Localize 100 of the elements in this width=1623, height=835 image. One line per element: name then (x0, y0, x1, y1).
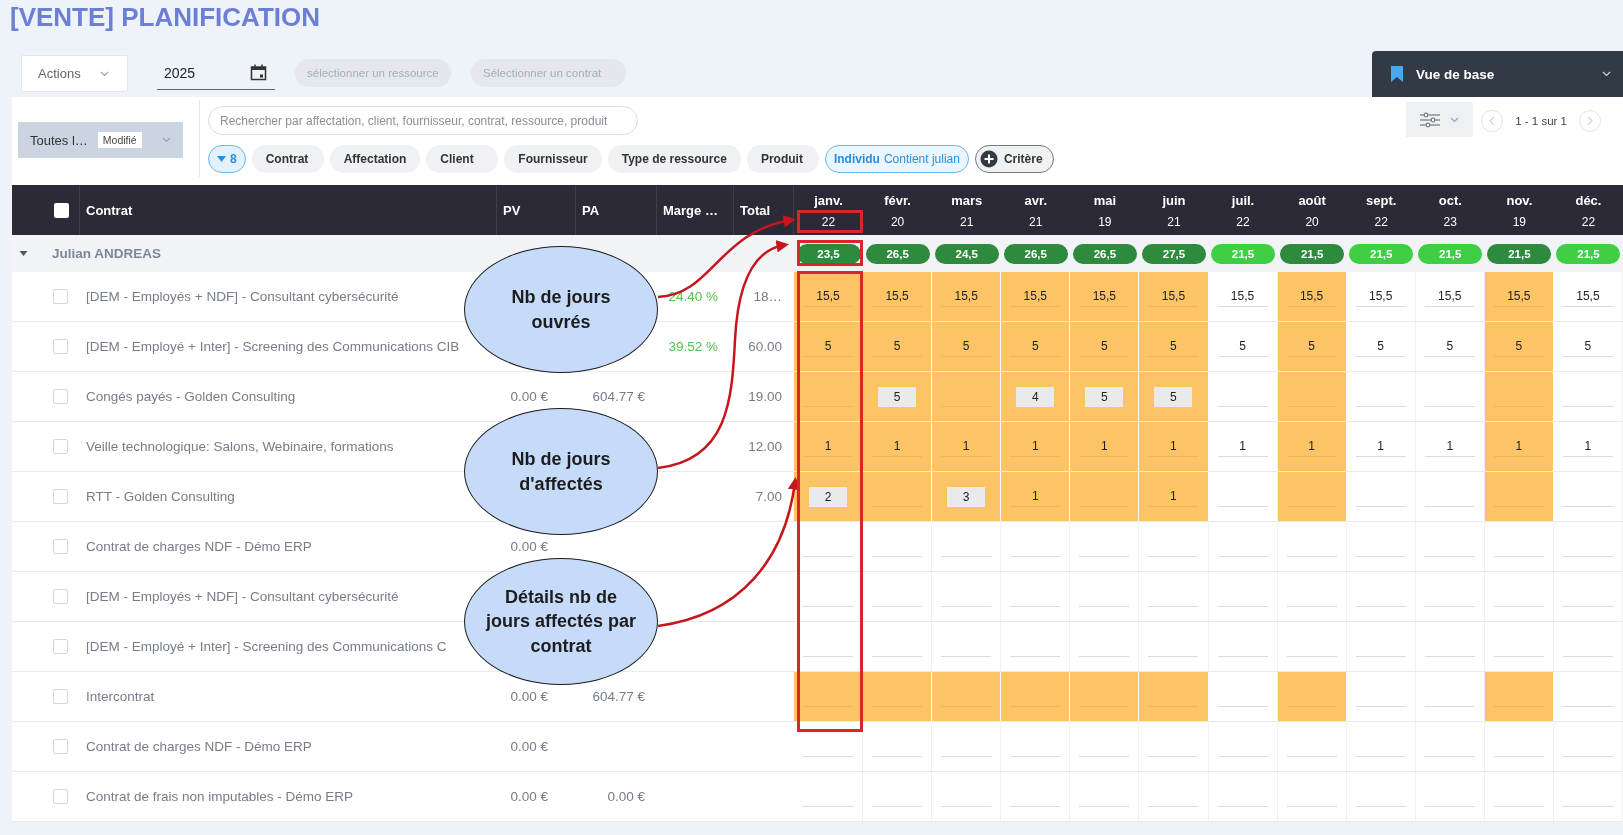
contract-name: Veille technologique: Salons, Webinaire, formations (86, 439, 394, 454)
row-checkbox[interactable] (53, 689, 68, 704)
contract-name: [DEM - Employés + NDF] - Consultant cybersécurité (86, 289, 399, 304)
contract-name: RTT - Golden Consulting (86, 489, 235, 504)
sale-price: 0.00 € (510, 789, 548, 804)
days-field[interactable]: 5 (1355, 336, 1406, 357)
month-name: févr. (884, 193, 911, 208)
days-field[interactable]: 15,5 (1148, 286, 1199, 307)
view-selector[interactable]: Vue de base (1372, 51, 1623, 97)
days-field[interactable]: 5 (1286, 336, 1337, 357)
days-field[interactable]: 1 (1424, 436, 1475, 457)
days-field[interactable]: 5 (1010, 336, 1061, 357)
chevron-down-icon (1602, 71, 1611, 77)
days-field[interactable]: 5 (1562, 336, 1613, 357)
month-name: mai (1093, 193, 1117, 208)
working-days: 22 (1581, 215, 1596, 229)
column-header[interactable]: Marge … (663, 202, 718, 218)
days-field[interactable]: 5 (1493, 336, 1544, 357)
column-settings-button[interactable] (1406, 102, 1474, 137)
days-field[interactable]: 1 (941, 436, 992, 457)
total-days-pill: 21,5 (1418, 243, 1483, 264)
days-field[interactable]: 15,5 (1562, 286, 1613, 307)
days-field[interactable]: 1 (1010, 486, 1061, 507)
days-field[interactable]: 5 (872, 336, 923, 357)
total-days-pill: 27,5 (1141, 243, 1206, 264)
days-field[interactable]: 15,5 (872, 286, 923, 307)
caret-icon[interactable] (19, 249, 28, 258)
column-header[interactable]: PA (582, 202, 600, 218)
filter-chip[interactable]: Client (426, 145, 499, 173)
sale-price: 0.00 € (510, 539, 548, 554)
chevron-down-icon (1450, 116, 1460, 123)
filter-chip[interactable]: Produit (746, 145, 819, 173)
total-days-pill: 21,5 (1349, 243, 1414, 264)
days-field[interactable]: 1 (1355, 436, 1406, 457)
contract-name: Contrat de frais non imputables - Démo ERP (86, 789, 354, 804)
row-checkbox[interactable] (53, 539, 68, 554)
year-field[interactable]: 2025 (157, 56, 275, 90)
row-checkbox[interactable] (53, 289, 68, 304)
days-field[interactable]: 1 (1286, 436, 1337, 457)
total-days-pill: 21,5 (1487, 243, 1552, 264)
margin-percent: 39.52 % (668, 339, 718, 354)
total-days-pill: 26,5 (1003, 243, 1068, 264)
actions-dropdown[interactable]: Actions (21, 55, 128, 92)
filter-chip[interactable]: Type de ressource (607, 145, 741, 173)
days-field[interactable]: 15,5 (1493, 286, 1544, 307)
preset-selector[interactable]: Toutes l… Modifié (18, 122, 183, 158)
month-name: oct. (1438, 193, 1462, 208)
days-field[interactable]: 1 (1217, 436, 1268, 457)
month-name: août (1298, 193, 1326, 208)
column-header[interactable]: Total (740, 202, 771, 218)
month-name: avr. (1024, 193, 1047, 208)
column-header[interactable]: PV (503, 202, 521, 218)
row-checkbox[interactable] (53, 589, 68, 604)
days-field[interactable]: 15,5 (1286, 286, 1337, 307)
row-checkbox[interactable] (53, 339, 68, 354)
bookmark-icon (1390, 65, 1404, 83)
total-days-pill: 26,5 (865, 243, 930, 264)
row-checkbox[interactable] (53, 439, 68, 454)
working-days: 21 (960, 215, 974, 229)
add-criterion-chip[interactable]: Critère (974, 145, 1054, 173)
days-field[interactable]: 15,5 (1424, 286, 1475, 307)
select-all-checkbox[interactable] (54, 202, 69, 218)
days-field[interactable]: 15,5 (941, 286, 992, 307)
days-field[interactable]: 5 (1424, 336, 1475, 357)
days-field[interactable]: 5 (1217, 336, 1268, 357)
days-field[interactable]: 15,5 (1079, 286, 1130, 307)
filter-chip[interactable]: Contrat (251, 145, 324, 173)
contract-name: Contrat de charges NDF - Démo ERP (86, 739, 312, 754)
days-field[interactable]: 1 (1010, 436, 1061, 457)
days-field[interactable]: 15,5 (1355, 286, 1406, 307)
days-tag: 5 (1085, 386, 1124, 407)
days-field[interactable]: 1 (1079, 436, 1130, 457)
days-field[interactable]: 1 (803, 436, 854, 457)
days-field[interactable]: 5 (1148, 336, 1199, 357)
row-checkbox[interactable] (53, 739, 68, 754)
working-days: 23 (1443, 215, 1457, 229)
contract-name: [DEM - Employé + Inter] - Screening des Communications CIB (86, 339, 460, 354)
days-field[interactable]: 1 (872, 436, 923, 457)
row-checkbox[interactable] (53, 389, 68, 404)
days-field[interactable]: 15,5 (803, 286, 854, 307)
chevron-left-icon (1489, 115, 1496, 126)
days-field[interactable]: 5 (1079, 336, 1130, 357)
working-days: 20 (1305, 215, 1319, 229)
contract-name: Intercontrat (86, 689, 155, 704)
column-header[interactable]: Contrat (86, 202, 133, 218)
days-field[interactable]: 1 (1562, 436, 1613, 457)
days-field[interactable]: 1 (1148, 436, 1199, 457)
days-field[interactable]: 1 (1493, 436, 1544, 457)
days-field[interactable]: 5 (803, 336, 854, 357)
working-days: 19 (1098, 215, 1112, 229)
days-field[interactable]: 15,5 (1217, 286, 1268, 307)
row-checkbox[interactable] (53, 789, 68, 804)
row-checkbox[interactable] (53, 489, 68, 504)
calendar-icon (250, 64, 267, 81)
filter-chip[interactable]: Affectation (329, 145, 421, 173)
filter-chip[interactable]: Fournisseur (504, 145, 602, 173)
days-field[interactable]: 5 (941, 336, 992, 357)
days-field[interactable]: 15,5 (1010, 286, 1061, 307)
row-checkbox[interactable] (53, 639, 68, 654)
days-field[interactable]: 1 (1148, 486, 1199, 507)
